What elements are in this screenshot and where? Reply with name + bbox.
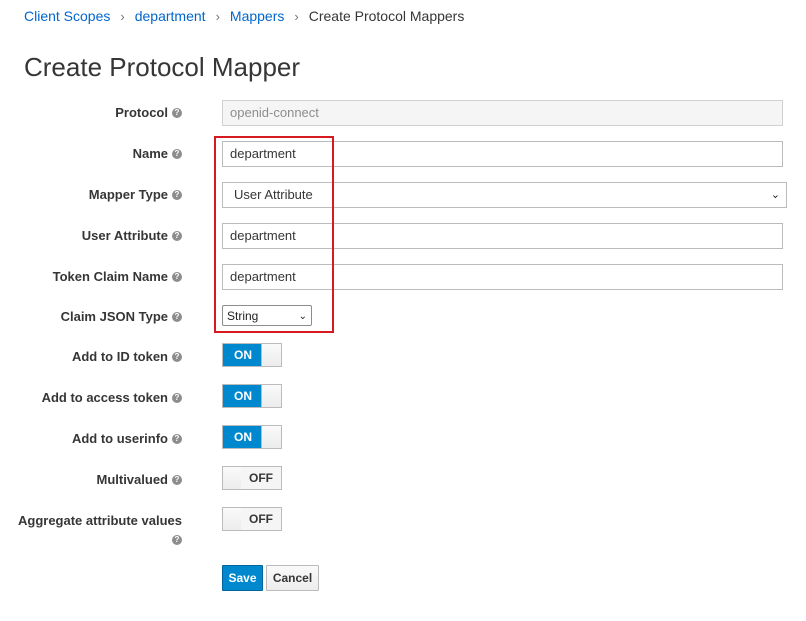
token-claim-name-label: Token Claim Name?: [53, 263, 182, 291]
toggle-state-label: OFF: [241, 467, 281, 489]
help-icon[interactable]: ?: [172, 311, 182, 322]
highlight-annotation-box: [214, 136, 334, 333]
add-to-userinfo-toggle[interactable]: ON: [222, 425, 282, 449]
aggregate-attribute-values-label: Aggregate attribute values: [18, 513, 182, 528]
protocol-field: openid-connect: [222, 100, 783, 126]
toggle-state-label: OFF: [241, 508, 281, 530]
toggle-handle[interactable]: [261, 344, 281, 366]
toggle-handle[interactable]: [223, 508, 243, 530]
aggregate-attribute-values-toggle[interactable]: OFF: [222, 507, 282, 531]
breadcrumb: Client Scopes › department › Mappers › C…: [24, 8, 464, 24]
chevron-right-icon: ›: [294, 8, 299, 24]
add-to-userinfo-row: Add to userinfo? ON: [0, 425, 806, 453]
help-icon[interactable]: ?: [172, 351, 182, 362]
user-attribute-row: User Attribute? department: [0, 222, 806, 250]
toggle-state-label: ON: [223, 385, 263, 407]
mapper-type-label: Mapper Type?: [89, 181, 182, 209]
breadcrumb-current: Create Protocol Mappers: [308, 8, 465, 24]
add-to-access-token-row: Add to access token? ON: [0, 384, 806, 412]
help-icon[interactable]: ?: [172, 189, 182, 200]
cancel-button[interactable]: Cancel: [266, 565, 319, 591]
add-to-id-token-row: Add to ID token? ON: [0, 343, 806, 371]
page-title: Create Protocol Mapper: [24, 52, 301, 82]
protocol-row: Protocol? openid-connect: [0, 99, 806, 127]
add-to-id-token-toggle[interactable]: ON: [222, 343, 282, 367]
name-label: Name?: [133, 140, 182, 168]
save-button[interactable]: Save: [222, 565, 263, 591]
breadcrumb-client-scopes-link[interactable]: Client Scopes: [24, 8, 110, 24]
token-claim-name-row: Token Claim Name? department: [0, 263, 806, 291]
add-to-access-token-label: Add to access token?: [42, 384, 182, 412]
help-icon[interactable]: ?: [172, 392, 182, 403]
help-icon[interactable]: ?: [172, 535, 182, 545]
help-icon[interactable]: ?: [172, 107, 182, 118]
toggle-handle[interactable]: [223, 467, 243, 489]
claim-json-type-row: Claim JSON Type? String ⌄: [0, 303, 806, 331]
add-to-id-token-label: Add to ID token?: [72, 343, 182, 371]
chevron-down-icon: ⌄: [770, 189, 780, 201]
help-icon[interactable]: ?: [172, 474, 182, 485]
help-icon[interactable]: ?: [172, 433, 182, 444]
user-attribute-label: User Attribute?: [82, 222, 182, 250]
multivalued-row: Multivalued? OFF: [0, 466, 806, 494]
toggle-handle[interactable]: [261, 385, 281, 407]
breadcrumb-mappers-link[interactable]: Mappers: [230, 8, 284, 24]
multivalued-label: Multivalued?: [96, 466, 182, 494]
name-row: Name? department: [0, 140, 806, 168]
help-icon[interactable]: ?: [172, 148, 182, 159]
claim-json-type-label: Claim JSON Type?: [61, 303, 182, 331]
mapper-type-row: Mapper Type? User Attribute ⌄: [0, 181, 806, 209]
protocol-label: Protocol?: [115, 99, 182, 127]
add-to-access-token-toggle[interactable]: ON: [222, 384, 282, 408]
chevron-right-icon: ›: [120, 8, 125, 24]
multivalued-toggle[interactable]: OFF: [222, 466, 282, 490]
help-icon[interactable]: ?: [172, 230, 182, 241]
toggle-state-label: ON: [223, 426, 263, 448]
toggle-state-label: ON: [223, 344, 263, 366]
toggle-handle[interactable]: [261, 426, 281, 448]
help-icon[interactable]: ?: [172, 271, 182, 282]
chevron-right-icon: ›: [215, 8, 220, 24]
aggregate-attribute-values-row: Aggregate attribute values ? OFF: [0, 507, 806, 553]
breadcrumb-department-link[interactable]: department: [135, 8, 206, 24]
add-to-userinfo-label: Add to userinfo?: [72, 425, 182, 453]
